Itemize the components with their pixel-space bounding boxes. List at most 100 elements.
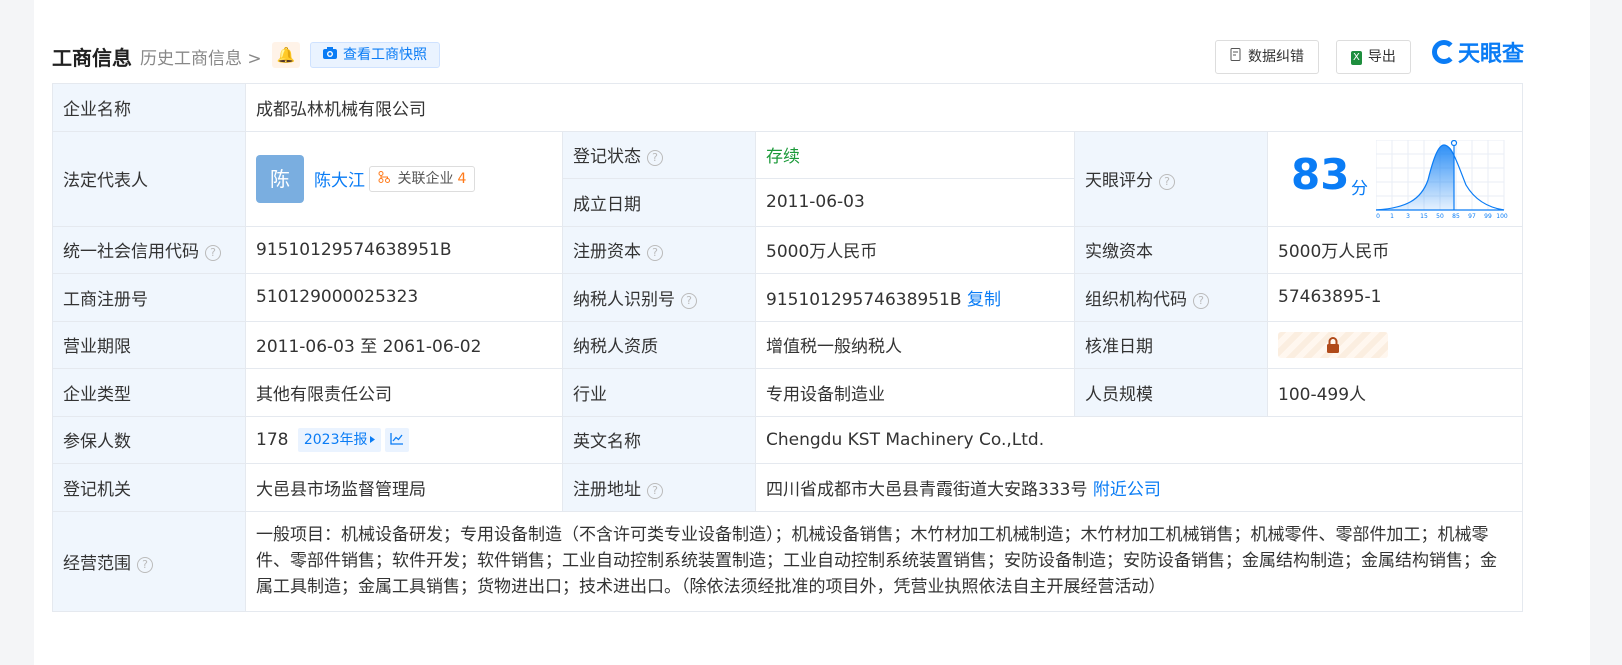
table-row: 企业名称 成都弘林机械有限公司 [52, 83, 1524, 132]
credit-code: 91510129574638951B [245, 225, 563, 274]
table-row: 参保人数 178 2023年报 英文名称 Chengdu KST Machine… [52, 415, 1524, 464]
data-correction-button[interactable]: 数据纠错 [1215, 40, 1319, 74]
reg-status-label-cell: 登记状态? [562, 130, 756, 179]
reg-capital-label: 注册资本 [573, 242, 641, 263]
english-name: Chengdu KST Machinery Co.,Ltd. [754, 415, 1524, 464]
staff-size-label: 人员规模 [1074, 368, 1268, 417]
logo-text: 天眼查 [1458, 42, 1525, 67]
snapshot-button[interactable]: 查看工商快照 [310, 42, 440, 68]
score-label: 天眼评分 [1085, 171, 1153, 191]
snapshot-label: 查看工商快照 [343, 47, 427, 63]
section-header: 工商信息 历史工商信息 > 🔔 查看工商快照 数据纠错 X 导出 天眼查 [52, 40, 1572, 76]
score-axis-tick: 85 [1452, 213, 1460, 220]
export-label: 导出 [1367, 49, 1396, 65]
org-tree-icon [378, 170, 394, 187]
edit-doc-icon [1230, 41, 1242, 73]
export-button[interactable]: X 导出 [1336, 40, 1411, 74]
authority-label: 登记机关 [52, 463, 246, 512]
approve-date-label: 核准日期 [1074, 320, 1268, 369]
org-code-label: 组织机构代码 [1085, 289, 1187, 310]
taxpayer-qual-label: 纳税人资质 [562, 320, 756, 369]
address: 四川省成都市大邑县青霞街道大安路333号 [766, 479, 1088, 500]
score-label-cell: 天眼评分? [1074, 130, 1268, 227]
trend-chart-icon[interactable] [384, 427, 409, 452]
score-cell[interactable]: 83 分 0 1 3 15 50 85 97 99 100 [1266, 130, 1524, 227]
industry: 专用设备制造业 [755, 368, 1075, 417]
founded: 2011-06-03 [755, 178, 1075, 227]
address-label: 注册地址 [573, 479, 641, 500]
avatar[interactable]: 陈 [256, 154, 304, 203]
help-icon[interactable]: ? [647, 482, 663, 499]
credit-code-label: 统一社会信用代码 [63, 242, 199, 263]
legal-rep-label: 法定代表人 [52, 130, 246, 227]
biz-reg-no-label: 工商注册号 [52, 273, 246, 322]
scope-label: 经营范围 [63, 553, 131, 574]
address-label-cell: 注册地址? [562, 463, 756, 512]
annual-report-button[interactable]: 2023年报 [297, 427, 381, 452]
address-cell: 四川省成都市大邑县青霞街道大安路333号 附近公司 [754, 463, 1524, 512]
score-axis-tick: 0 [1376, 213, 1380, 220]
lock-icon [1326, 336, 1340, 354]
staff-size: 100-499人 [1266, 368, 1524, 417]
company-name-label: 企业名称 [52, 83, 246, 132]
help-icon[interactable]: ? [1193, 292, 1209, 309]
paid-capital: 5000万人民币 [1266, 225, 1524, 274]
nearby-companies-link[interactable]: 附近公司 [1093, 480, 1161, 500]
score-axis-tick: 50 [1436, 213, 1444, 220]
table-row: 登记机关 大邑县市场监督管理局 注册地址? 四川省成都市大邑县青霞街道大安路33… [52, 463, 1524, 512]
biz-reg-no: 510129000025323 [245, 273, 563, 322]
table-row: 统一社会信用代码? 91510129574638951B 注册资本? 5000万… [52, 225, 1524, 274]
reg-capital: 5000万人民币 [755, 225, 1075, 274]
data-correction-label: 数据纠错 [1248, 49, 1304, 65]
bell-icon[interactable]: 🔔 [272, 42, 300, 68]
table-row: 法定代表人 陈陈大江 关联企业 4 登记状态? 存续 天眼评分? 83 分 0 … [52, 130, 1524, 227]
taxpayer-id-cell: 91510129574638951B 复制 [755, 273, 1075, 322]
term-label: 营业期限 [52, 320, 246, 369]
table-row: 经营范围? 一般项目：机械设备研发；专用设备制造（不含许可类专业设备制造）；机械… [52, 510, 1524, 612]
score-value: 83 [1291, 149, 1350, 199]
copy-link[interactable]: 复制 [967, 290, 1001, 310]
help-icon[interactable]: ? [647, 245, 663, 262]
history-label: 历史工商信息 [140, 49, 242, 69]
company-type-label: 企业类型 [52, 368, 246, 417]
help-icon[interactable]: ? [647, 150, 663, 167]
score-axis-tick: 3 [1406, 213, 1410, 220]
help-icon[interactable]: ? [205, 245, 221, 262]
logo-mark-icon [1432, 40, 1456, 64]
related-companies-button[interactable]: 关联企业 4 [369, 165, 476, 192]
related-count: 4 [457, 170, 467, 187]
reg-capital-label-cell: 注册资本? [562, 225, 756, 274]
score-axis-tick: 97 [1468, 213, 1476, 220]
english-name-label: 英文名称 [562, 415, 756, 464]
business-scope: 一般项目：机械设备研发；专用设备制造（不含许可类专业设备制造）；机械设备销售；木… [244, 510, 1524, 612]
history-link[interactable]: 历史工商信息 > [140, 44, 262, 69]
table-row: 营业期限 2011-06-03 至 2061-06-02 纳税人资质 增值税一般… [52, 320, 1524, 369]
credit-code-label-cell: 统一社会信用代码? [52, 225, 246, 274]
term: 2011-06-03 至 2061-06-02 [245, 320, 563, 369]
camera-icon [323, 43, 337, 67]
locked-value[interactable] [1278, 331, 1388, 358]
score-axis-tick: 1 [1390, 213, 1394, 220]
business-info-table: 企业名称 成都弘林机械有限公司 法定代表人 陈陈大江 关联企业 4 登记状态? 存… [52, 83, 1524, 612]
founded-label: 成立日期 [562, 178, 756, 227]
table-row: 工商注册号 510129000025323 纳税人识别号? 9151012957… [52, 273, 1524, 322]
score-distribution-chart: 0 1 3 15 50 85 97 99 100 [1376, 139, 1508, 220]
insured-cell: 178 2023年报 [245, 415, 563, 464]
company-type: 其他有限责任公司 [245, 368, 563, 417]
help-icon[interactable]: ? [137, 556, 153, 573]
legal-rep-cell: 陈陈大江 关联企业 4 [245, 130, 563, 227]
company-name: 成都弘林机械有限公司 [244, 83, 1524, 132]
business-info-card: 工商信息 历史工商信息 > 🔔 查看工商快照 数据纠错 X 导出 天眼查 企业名称… [34, 0, 1590, 665]
annual-report-label: 2023年报 [303, 431, 368, 448]
help-icon[interactable]: ? [681, 292, 697, 309]
tianyancha-logo: 天眼查 [1432, 40, 1524, 74]
taxpayer-id-label-cell: 纳税人识别号? [562, 273, 756, 322]
score-axis-tick: 100 [1496, 213, 1508, 220]
org-code: 57463895-1 [1266, 273, 1524, 322]
authority: 大邑县市场监督管理局 [245, 463, 563, 512]
legal-rep-name[interactable]: 陈大江 [314, 171, 365, 191]
help-icon[interactable]: ? [1159, 174, 1175, 190]
taxpayer-id-label: 纳税人识别号 [573, 289, 675, 310]
caret-right-icon [369, 435, 375, 443]
table-row: 企业类型 其他有限责任公司 行业 专用设备制造业 人员规模 100-499人 [52, 368, 1524, 417]
